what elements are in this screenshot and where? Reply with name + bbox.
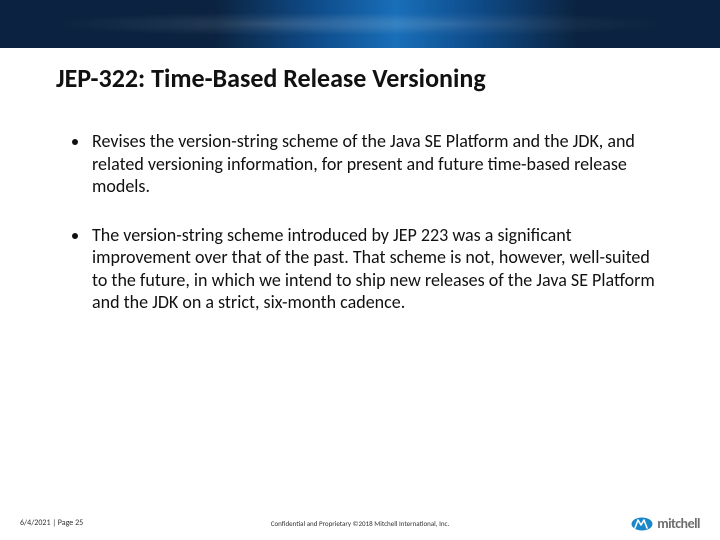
slide-title: JEP-322: Time-Based Release Versioning xyxy=(56,62,486,94)
logo-text: mitchell xyxy=(657,515,700,532)
bullet-text: The version-string scheme introduced by … xyxy=(92,224,660,314)
bullet-item: The version-string scheme introduced by … xyxy=(72,224,660,314)
company-logo: mitchell xyxy=(631,515,700,532)
header-banner xyxy=(0,0,720,48)
bullet-dot-icon xyxy=(72,139,78,145)
bullet-item: Revises the version-string scheme of the… xyxy=(72,130,660,198)
footer-confidential: Confidential and Proprietary ©2018 Mitch… xyxy=(271,519,450,528)
slide: JEP-322: Time-Based Release Versioning R… xyxy=(0,0,720,540)
slide-body: Revises the version-string scheme of the… xyxy=(72,130,660,340)
footer-date-page: 6/4/2021 | Page 25 xyxy=(20,518,83,528)
bullet-dot-icon xyxy=(72,233,78,239)
bullet-text: Revises the version-string scheme of the… xyxy=(92,130,660,198)
logo-mark-icon xyxy=(631,517,653,531)
slide-footer: 6/4/2021 | Page 25 Confidential and Prop… xyxy=(0,506,720,540)
